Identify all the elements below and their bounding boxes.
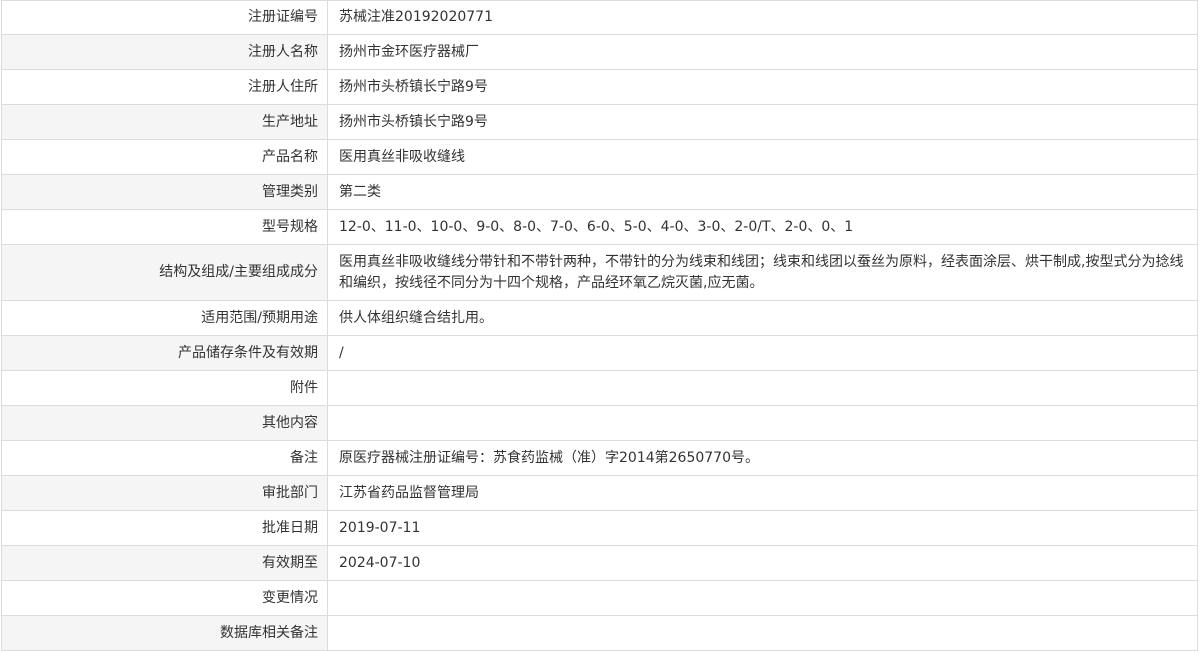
field-label: 备注	[1, 440, 328, 476]
field-value: 扬州市头桥镇长宁路9号	[327, 69, 1198, 105]
field-value: 2024-07-10	[327, 545, 1198, 581]
table-row: 结构及组成/主要组成成分 医用真丝非吸收缝线分带针和不带针两种，不带针的分为线束…	[1, 244, 1198, 301]
field-value: 医用真丝非吸收缝线分带针和不带针两种，不带针的分为线束和线团；线束和线团以蚕丝为…	[327, 244, 1198, 301]
table-row: 数据库相关备注	[1, 615, 1198, 651]
field-value: 扬州市头桥镇长宁路9号	[327, 104, 1198, 140]
field-label: 数据库相关备注	[1, 615, 328, 651]
field-label: 审批部门	[1, 475, 328, 511]
table-row: 产品名称 医用真丝非吸收缝线	[1, 139, 1198, 175]
field-label: 注册人名称	[1, 34, 328, 70]
table-row: 生产地址 扬州市头桥镇长宁路9号	[1, 104, 1198, 140]
table-row: 注册证编号 苏械注准20192020771	[1, 0, 1198, 35]
field-value: /	[327, 335, 1198, 371]
field-label: 注册证编号	[1, 0, 328, 35]
field-label: 产品名称	[1, 139, 328, 175]
table-row: 注册人住所 扬州市头桥镇长宁路9号	[1, 69, 1198, 105]
field-value	[327, 580, 1198, 616]
field-label: 管理类别	[1, 174, 328, 210]
field-label: 注册人住所	[1, 69, 328, 105]
field-value	[327, 405, 1198, 441]
field-label: 产品储存条件及有效期	[1, 335, 328, 371]
field-value: 供人体组织缝合结扎用。	[327, 300, 1198, 336]
field-value: 原医疗器械注册证编号：苏食药监械（准）字2014第2650770号。	[327, 440, 1198, 476]
field-label: 适用范围/预期用途	[1, 300, 328, 336]
table-row: 注册人名称 扬州市金环医疗器械厂	[1, 34, 1198, 70]
field-value: 医用真丝非吸收缝线	[327, 139, 1198, 175]
field-label: 附件	[1, 370, 328, 406]
field-value: 12-0、11-0、10-0、9-0、8-0、7-0、6-0、5-0、4-0、3…	[327, 209, 1198, 245]
table-row: 产品储存条件及有效期 /	[1, 335, 1198, 371]
field-value	[327, 615, 1198, 651]
table-row: 变更情况	[1, 580, 1198, 616]
table-row: 审批部门 江苏省药品监督管理局	[1, 475, 1198, 511]
registration-detail-table: 注册证编号 苏械注准20192020771 注册人名称 扬州市金环医疗器械厂 注…	[1, 0, 1198, 651]
field-label: 其他内容	[1, 405, 328, 441]
field-value: 2019-07-11	[327, 510, 1198, 546]
field-value: 第二类	[327, 174, 1198, 210]
field-label: 型号规格	[1, 209, 328, 245]
table-row: 批准日期 2019-07-11	[1, 510, 1198, 546]
table-row: 管理类别 第二类	[1, 174, 1198, 210]
field-label: 批准日期	[1, 510, 328, 546]
field-value: 扬州市金环医疗器械厂	[327, 34, 1198, 70]
field-label: 结构及组成/主要组成成分	[1, 244, 328, 301]
field-label: 生产地址	[1, 104, 328, 140]
field-label: 变更情况	[1, 580, 328, 616]
field-label: 有效期至	[1, 545, 328, 581]
table-row: 有效期至 2024-07-10	[1, 545, 1198, 581]
table-row: 附件	[1, 370, 1198, 406]
table-row: 备注 原医疗器械注册证编号：苏食药监械（准）字2014第2650770号。	[1, 440, 1198, 476]
table-row: 适用范围/预期用途 供人体组织缝合结扎用。	[1, 300, 1198, 336]
table-row: 型号规格 12-0、11-0、10-0、9-0、8-0、7-0、6-0、5-0、…	[1, 209, 1198, 245]
field-value: 苏械注准20192020771	[327, 0, 1198, 35]
field-value: 江苏省药品监督管理局	[327, 475, 1198, 511]
field-value	[327, 370, 1198, 406]
table-row: 其他内容	[1, 405, 1198, 441]
